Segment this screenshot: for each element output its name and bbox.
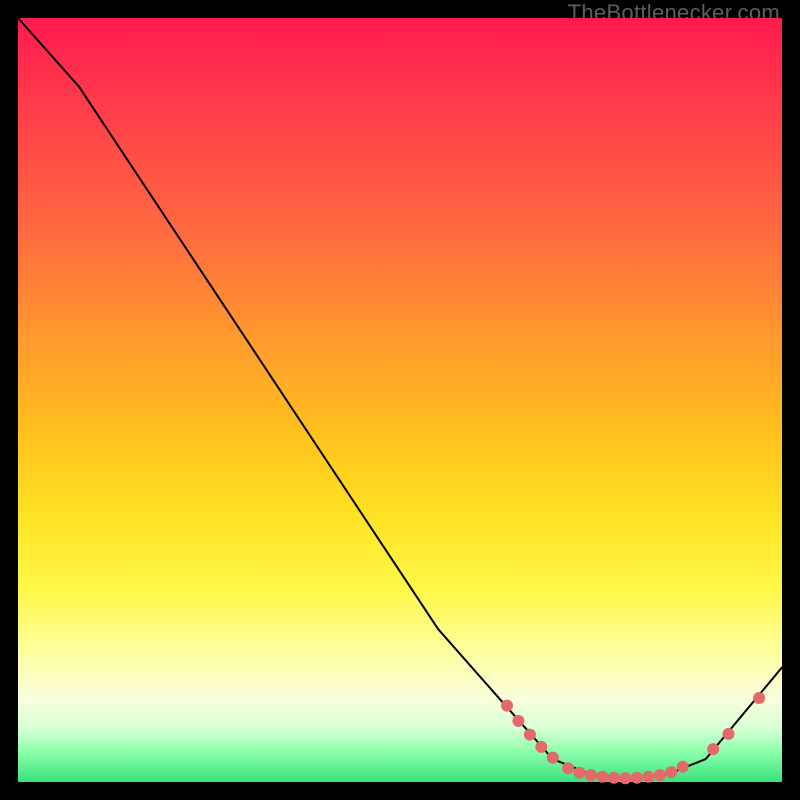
chart-svg	[18, 18, 782, 782]
data-point	[677, 761, 689, 773]
data-point	[597, 771, 609, 783]
data-point	[619, 772, 631, 784]
data-point	[524, 729, 536, 741]
data-point	[608, 772, 620, 784]
curve-line	[18, 18, 782, 778]
gradient-plot-area	[18, 18, 782, 782]
data-point	[512, 715, 524, 727]
data-point	[631, 772, 643, 784]
data-point	[574, 767, 586, 779]
data-point	[562, 762, 574, 774]
data-point	[707, 743, 719, 755]
chart-frame: TheBottlenecker.com	[0, 0, 800, 800]
data-point	[642, 771, 654, 783]
data-point	[723, 728, 735, 740]
data-point	[753, 692, 765, 704]
data-point	[585, 769, 597, 781]
data-point	[654, 769, 666, 781]
data-point	[665, 766, 677, 778]
data-point	[535, 741, 547, 753]
data-point	[547, 752, 559, 764]
data-point	[501, 700, 513, 712]
